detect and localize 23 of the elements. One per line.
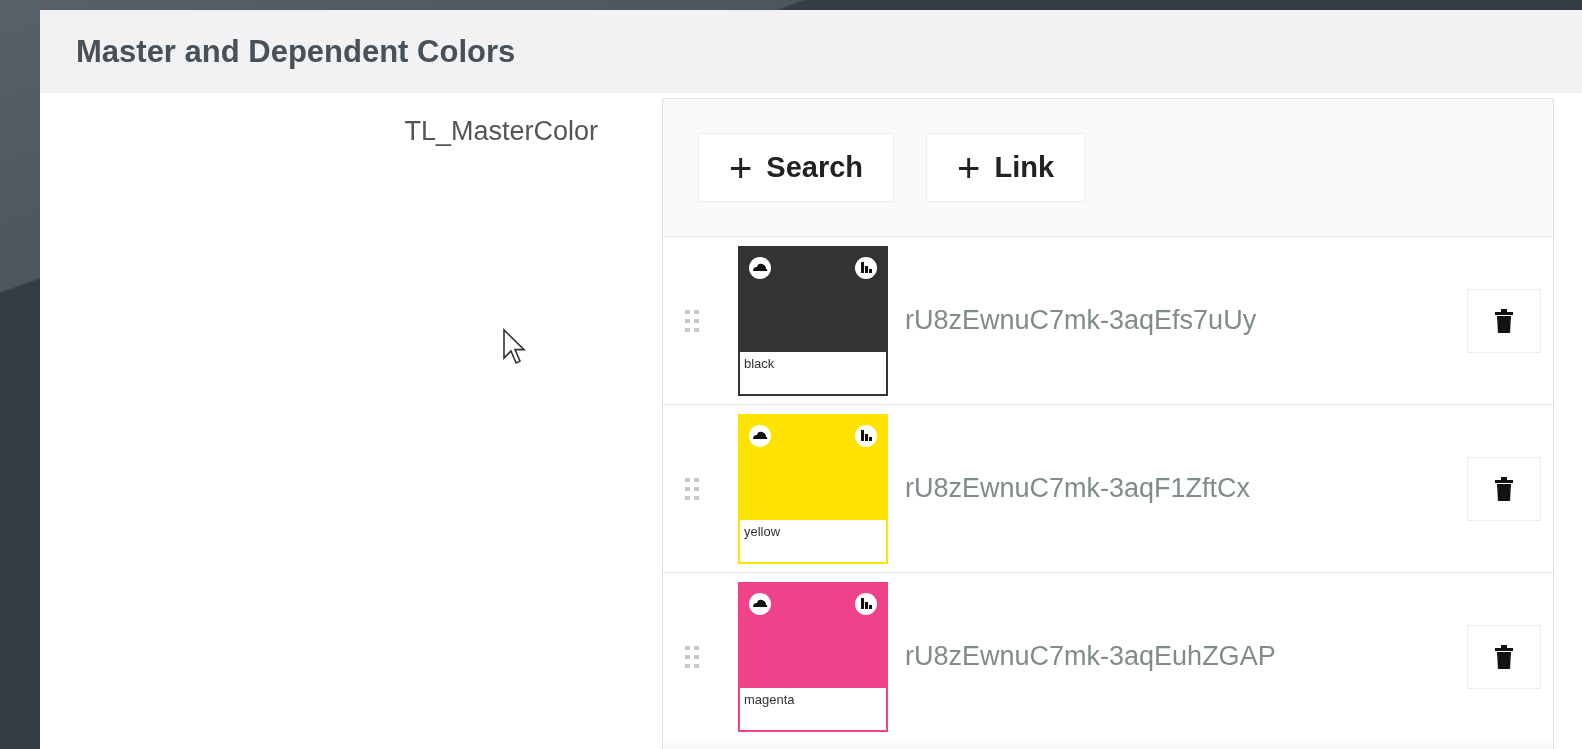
cloud-icon <box>748 591 772 616</box>
color-id: rU8zEwnuC7mk-3aqEfs7uUy <box>905 305 1258 336</box>
add-button[interactable]: + Search <box>698 133 895 202</box>
field-label: TL_MasterColor <box>404 116 598 148</box>
bar-chart-icon <box>854 591 878 616</box>
color-id: rU8zEwnuC7mk-3aqF1ZftCx <box>905 473 1252 504</box>
swatch-name: magenta <box>744 691 795 707</box>
delete-icon-button[interactable] <box>1467 456 1541 521</box>
swatch-name: yellow <box>744 523 781 539</box>
mouse-pointer-icon <box>502 328 528 366</box>
delete-icon-button[interactable] <box>1467 624 1541 689</box>
cloud-icon <box>748 255 772 280</box>
trash-icon <box>1495 308 1513 333</box>
delete-icon-button[interactable] <box>1467 288 1541 353</box>
cloud-icon <box>748 423 772 448</box>
color-id: rU8zEwnuC7mk-3aqEuhZGAP <box>905 641 1277 672</box>
trash-icon <box>1495 476 1513 501</box>
panel-title: Master and Dependent Colors <box>76 33 516 70</box>
add-button[interactable]: + Link <box>926 133 1086 202</box>
bar-chart-icon <box>854 423 878 448</box>
trash-icon <box>1495 644 1513 669</box>
bar-chart-icon <box>854 255 878 280</box>
swatch-name: black <box>744 355 775 371</box>
